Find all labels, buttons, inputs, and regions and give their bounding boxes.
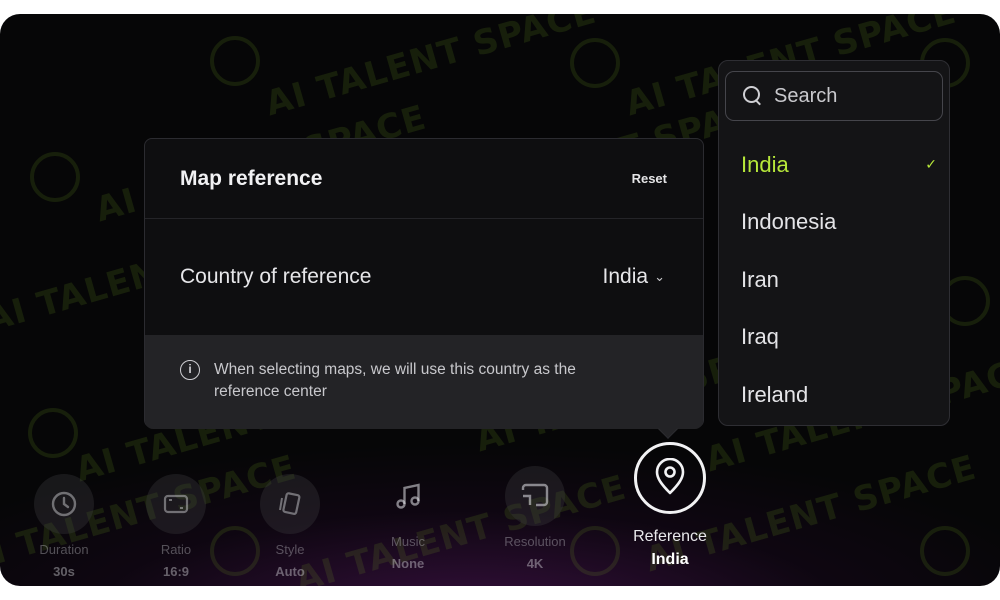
toolbar-item-resolution[interactable]: Resolution 4K — [490, 466, 580, 571]
chevron-down-icon: ⌄ — [654, 269, 665, 284]
watermark-logo-icon — [570, 38, 620, 88]
cards-icon — [279, 492, 301, 515]
dropdown-option-india[interactable]: India ✓ — [741, 152, 937, 178]
dropdown-option-ireland[interactable]: Ireland — [741, 382, 937, 408]
panel-header: Map reference Reset — [145, 139, 703, 219]
country-of-reference-label: Country of reference — [180, 265, 372, 288]
panel-title: Map reference — [180, 167, 323, 190]
country-select[interactable]: India ⌄ — [603, 265, 665, 289]
map-reference-panel: Map reference Reset Country of reference… — [144, 138, 704, 439]
search-box[interactable] — [725, 71, 943, 121]
toolbar-item-label: Style — [275, 542, 305, 557]
clock-icon — [51, 491, 77, 517]
dropdown-option-label: Iraq — [741, 324, 779, 349]
dropdown-option-indonesia[interactable]: Indonesia — [741, 209, 937, 235]
watermark-logo-icon — [30, 152, 80, 202]
toolbar-item-value: India — [651, 551, 689, 568]
toolbar-item-label: Duration — [39, 542, 89, 557]
toolbar-item-label: Reference — [633, 528, 707, 545]
watermark-logo-icon — [920, 526, 970, 576]
dropdown-option-label: Iran — [741, 267, 779, 292]
toolbar-item-label: Resolution — [504, 534, 566, 549]
search-input[interactable] — [774, 84, 924, 108]
app-canvas: AI TALENT SPACE AI TALENT SPACE AI TALEN… — [0, 14, 1000, 586]
toolbar-item-value: None — [391, 556, 425, 571]
check-icon: ✓ — [925, 156, 937, 172]
toolbar-item-label: Ratio — [160, 542, 192, 557]
toolbar-item-value: Auto — [275, 564, 305, 579]
toolbar-item-label: Music — [391, 534, 425, 549]
dropdown-option-iraq[interactable]: Iraq — [741, 324, 937, 350]
reset-button[interactable]: Reset — [632, 171, 667, 186]
map-pin-icon — [655, 458, 685, 495]
dropdown-option-label: Indonesia — [741, 209, 837, 234]
search-icon — [742, 85, 764, 107]
watermark-logo-icon — [28, 408, 78, 458]
toolbar-item-value: 16:9 — [162, 564, 190, 579]
watermark-logo-icon — [210, 36, 260, 86]
dropdown-option-label: India — [741, 152, 789, 177]
dropdown-option-label: Ireland — [741, 382, 809, 407]
dropdown-option-iran[interactable]: Iran — [741, 267, 937, 293]
country-dropdown: India ✓ Indonesia Iran Iraq Ireland — [718, 60, 950, 426]
aspect-ratio-icon — [163, 494, 189, 514]
toolbar-item-ratio[interactable]: Ratio 16:9 — [136, 474, 216, 579]
info-box: i When selecting maps, we will use this … — [145, 335, 703, 429]
toolbar-item-style[interactable]: Style Auto — [250, 474, 330, 579]
watermark-text: AI TALENT SPACE — [261, 14, 601, 125]
info-text: When selecting maps, we will use this co… — [214, 361, 576, 400]
toolbar-item-duration[interactable]: Duration 30s — [24, 474, 104, 579]
music-note-icon — [396, 483, 420, 509]
toolbar-item-music[interactable]: Music None — [368, 466, 448, 571]
toolbar-item-reference[interactable]: Reference India — [620, 442, 720, 569]
country-select-value: India — [602, 265, 649, 288]
toolbar-item-value: 30s — [53, 564, 75, 579]
toolbar-item-value: 4K — [526, 556, 544, 571]
cast-screen-icon — [521, 483, 549, 507]
info-icon: i — [180, 360, 200, 380]
